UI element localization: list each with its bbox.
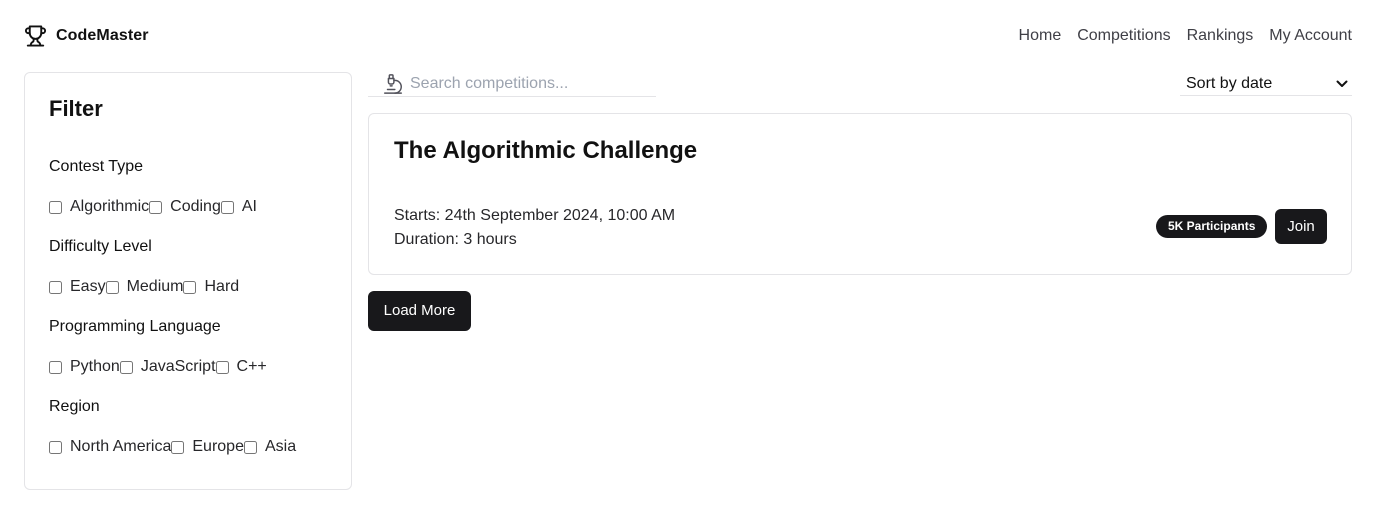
- filter-option-europe[interactable]: Europe: [171, 437, 244, 457]
- option-label: Europe: [192, 438, 244, 455]
- nav-rankings[interactable]: Rankings: [1187, 24, 1254, 48]
- option-label: JavaScript: [140, 358, 216, 375]
- filter-options-language: Python JavaScript C++: [49, 357, 327, 377]
- brand[interactable]: CodeMaster: [24, 22, 149, 50]
- option-label: Hard: [204, 278, 240, 295]
- brand-name: CodeMaster: [56, 27, 149, 44]
- filter-options-region: North America Europe Asia: [49, 437, 327, 457]
- filter-option-algorithmic[interactable]: Algorithmic: [49, 197, 149, 217]
- header: CodeMaster Home Competitions Rankings My…: [0, 0, 1376, 72]
- checkbox-cpp[interactable]: [215, 360, 229, 374]
- option-label: Python: [70, 358, 120, 375]
- checkbox-north-america[interactable]: [49, 440, 62, 454]
- participants-badge: 5K Participants: [1156, 215, 1268, 238]
- sort-selected-value: Sort by date: [1186, 74, 1273, 92]
- checkbox-europe[interactable]: [171, 440, 185, 454]
- option-label: AI: [241, 198, 257, 215]
- filter-option-javascript[interactable]: JavaScript: [119, 357, 216, 377]
- join-button[interactable]: Join: [1275, 209, 1327, 244]
- filter-option-cpp[interactable]: C++: [215, 357, 267, 377]
- checkbox-easy[interactable]: [49, 280, 62, 294]
- checkbox-coding[interactable]: [149, 200, 163, 214]
- option-label: Easy: [70, 278, 106, 295]
- filter-panel: Filter Contest Type Algorithmic Coding A…: [24, 72, 352, 490]
- search-bar: [368, 72, 656, 97]
- nav-my-account[interactable]: My Account: [1269, 24, 1352, 48]
- filter-group-title: Region: [49, 398, 100, 415]
- filter-group-title: Contest Type: [49, 158, 143, 175]
- filter-option-north-america[interactable]: North America: [49, 437, 171, 457]
- nav-competitions[interactable]: Competitions: [1077, 24, 1170, 48]
- checkbox-algorithmic[interactable]: [49, 200, 62, 214]
- option-label: Coding: [170, 198, 221, 215]
- microscope-icon: [384, 74, 402, 94]
- competition-card: The Algorithmic Challenge Starts: 24th S…: [368, 113, 1352, 275]
- main-nav: Home Competitions Rankings My Account: [1019, 24, 1352, 48]
- filter-option-asia[interactable]: Asia: [243, 437, 297, 457]
- checkbox-asia[interactable]: [243, 440, 257, 454]
- filter-option-python[interactable]: Python: [49, 357, 120, 377]
- filter-option-ai[interactable]: AI: [220, 197, 257, 217]
- trophy-icon: [24, 25, 47, 47]
- checkbox-medium[interactable]: [105, 280, 119, 294]
- competition-duration: Duration: 3 hours: [394, 231, 517, 248]
- option-label: Medium: [126, 278, 184, 295]
- nav-home[interactable]: Home: [1019, 24, 1062, 48]
- option-label: C++: [236, 358, 267, 375]
- load-more-button[interactable]: Load More: [368, 291, 471, 331]
- competition-title: The Algorithmic Challenge: [394, 137, 698, 164]
- checkbox-javascript[interactable]: [119, 360, 133, 374]
- checkbox-ai[interactable]: [220, 200, 234, 214]
- option-label: Asia: [264, 438, 297, 455]
- option-label: North America: [70, 438, 172, 455]
- filter-options-contest-type: Algorithmic Coding AI: [49, 197, 327, 217]
- checkbox-hard[interactable]: [183, 280, 197, 294]
- competition-meta: Starts: 24th September 2024, 10:00 AM Du…: [394, 204, 675, 252]
- filter-group-title: Programming Language: [49, 318, 221, 335]
- filter-option-coding[interactable]: Coding: [149, 197, 221, 217]
- filter-options-difficulty: Easy Medium Hard: [49, 277, 327, 297]
- sort-select[interactable]: Sort by date: [1180, 72, 1352, 96]
- search-input[interactable]: [410, 75, 650, 93]
- checkbox-python[interactable]: [49, 360, 62, 374]
- filter-option-hard[interactable]: Hard: [183, 277, 239, 297]
- filter-title: Filter: [49, 96, 103, 121]
- filter-option-easy[interactable]: Easy: [49, 277, 106, 297]
- filter-option-medium[interactable]: Medium: [105, 277, 184, 297]
- competition-start: Starts: 24th September 2024, 10:00 AM: [394, 207, 676, 224]
- option-label: Algorithmic: [70, 198, 150, 215]
- filter-group-title: Difficulty Level: [49, 238, 152, 255]
- chevron-down-icon: [1336, 80, 1348, 87]
